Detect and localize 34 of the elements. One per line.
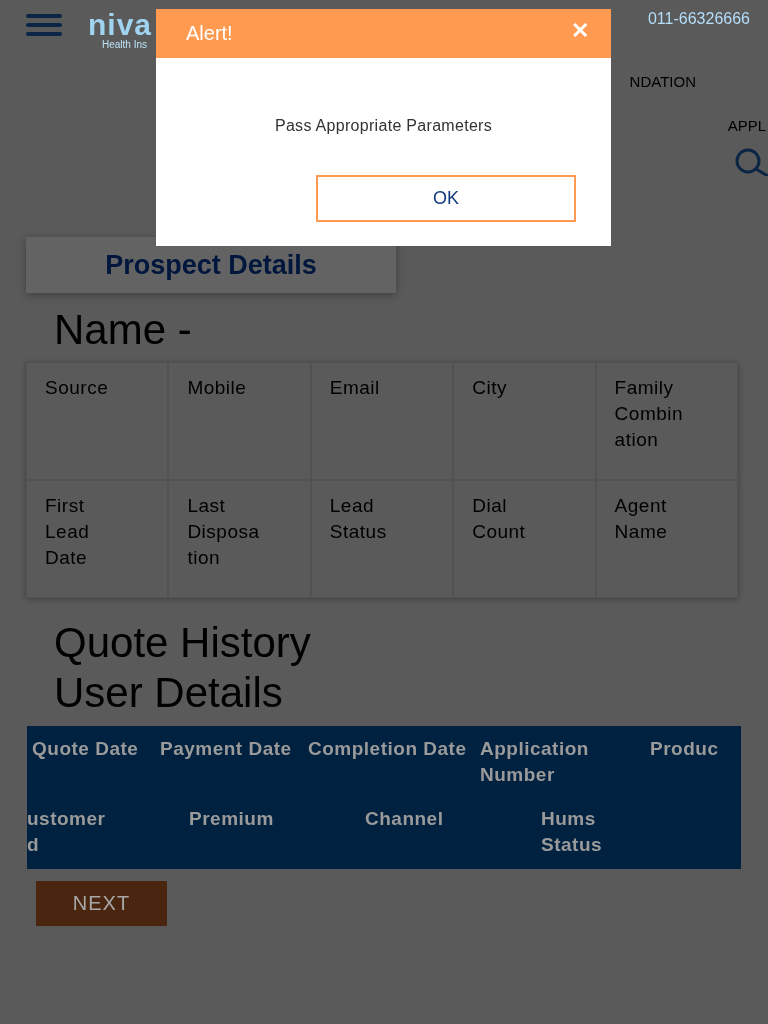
- column-header: Application Number: [480, 737, 590, 787]
- table-cell: Source: [26, 362, 169, 480]
- table-cell: Family Combin ation: [595, 362, 738, 480]
- close-button[interactable]: ✕: [571, 17, 589, 44]
- table-cell: Mobile: [168, 362, 311, 480]
- ok-button[interactable]: OK: [316, 175, 576, 222]
- column-header: Completion Date: [308, 737, 468, 761]
- table-cell: Last Disposa tion: [168, 480, 311, 598]
- column-header: Premium: [189, 807, 275, 831]
- column-header: Channel: [365, 807, 445, 831]
- column-header: Produc: [650, 737, 719, 761]
- logo-text: niva: [88, 10, 153, 40]
- table-cell: Agent Name: [595, 480, 738, 598]
- table-cell: City: [453, 362, 596, 480]
- logo-subtitle: Health Ins: [102, 40, 149, 50]
- section-subtitle: User Details: [54, 668, 284, 718]
- menu-icon[interactable]: [26, 14, 62, 36]
- column-header: ustomer d: [27, 807, 107, 857]
- column-header: Quote Date: [32, 737, 140, 761]
- phone-number[interactable]: 011-66326666: [647, 10, 750, 28]
- dialog-message: Pass Appropriate Parameters: [273, 117, 494, 135]
- next-button[interactable]: NEXT: [36, 881, 167, 926]
- dialog-title: Alert!: [186, 22, 233, 45]
- table-cell: Lead Status: [310, 480, 454, 598]
- table-cell: First Lead Date: [26, 480, 169, 598]
- table-cell: Email: [310, 362, 454, 480]
- nav-link[interactable]: APPL: [727, 116, 766, 134]
- table-cell: Dial Count: [453, 480, 596, 598]
- section-title: Quote History: [54, 618, 312, 668]
- nav-link[interactable]: NDATION: [629, 72, 696, 90]
- column-header: Hums Status: [541, 807, 604, 857]
- search-icon[interactable]: [734, 148, 768, 176]
- name-heading: Name -: [54, 305, 193, 355]
- column-header: Payment Date: [160, 737, 293, 761]
